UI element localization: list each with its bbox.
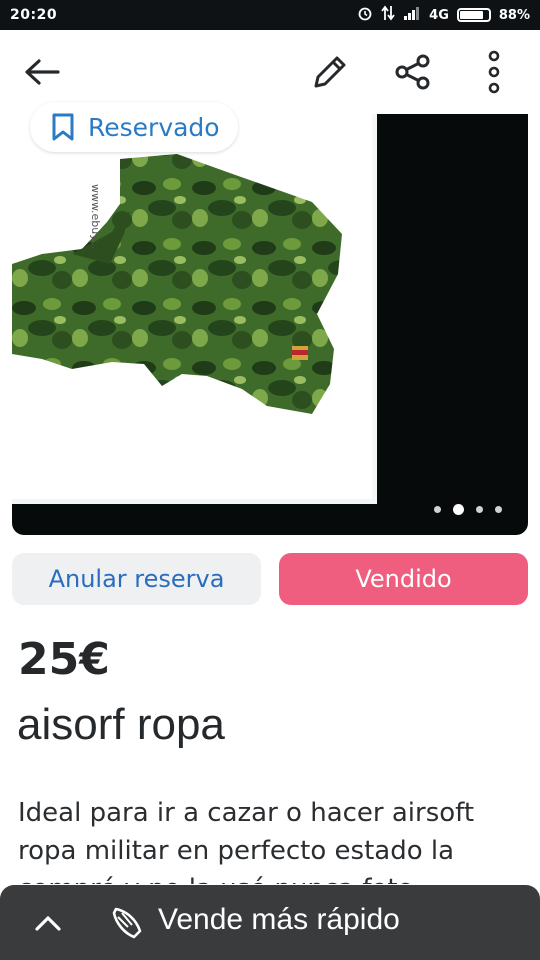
edit-button[interactable] [306, 50, 354, 94]
mark-sold-button[interactable]: Vendido [279, 553, 528, 605]
status-time: 20:20 [10, 7, 58, 23]
network-type: 4G [429, 7, 449, 23]
cancel-reservation-button[interactable]: Anular reserva [12, 553, 261, 605]
battery-icon [456, 8, 491, 22]
page-dot [434, 506, 441, 513]
listing-price: 25€ [18, 634, 110, 685]
listing-title: aisorf ropa [17, 700, 225, 749]
page-indicator [434, 504, 502, 515]
svg-text:www.ebuy...: www.ebuy... [89, 184, 102, 250]
back-button[interactable] [20, 52, 64, 92]
status-icons: 4G 88% [357, 5, 530, 25]
reserved-label: Reservado [88, 112, 220, 142]
battery-percent: 88% [498, 7, 530, 23]
more-vertical-icon [488, 50, 500, 94]
reserved-badge: Reservado [30, 102, 238, 152]
page-dot [453, 504, 464, 515]
listing-description: Ideal para ir a cazar o hacer airsoft ro… [18, 798, 475, 884]
more-options-button[interactable] [472, 48, 516, 96]
status-bar: 20:20 4G 88% [0, 0, 540, 30]
bookmark-icon [52, 113, 74, 141]
camouflage-uniform-image: www.ebuy... [12, 154, 342, 414]
alarm-icon [357, 5, 373, 25]
signal-icon [403, 6, 421, 24]
product-photo[interactable]: www.ebuy... [12, 114, 528, 535]
page-dot [476, 506, 483, 513]
expand-button[interactable] [28, 903, 68, 943]
arrow-left-icon [25, 59, 60, 85]
pencil-icon [314, 56, 346, 88]
boost-label: Vende más rápido [158, 903, 400, 936]
page-dot [495, 506, 502, 513]
bolt-icon [112, 907, 142, 939]
chevron-up-icon [35, 916, 61, 931]
data-transfer-icon [381, 5, 395, 25]
share-button[interactable] [389, 50, 437, 94]
boost-bar[interactable]: Vende más rápido [0, 885, 540, 960]
share-icon [395, 54, 430, 90]
